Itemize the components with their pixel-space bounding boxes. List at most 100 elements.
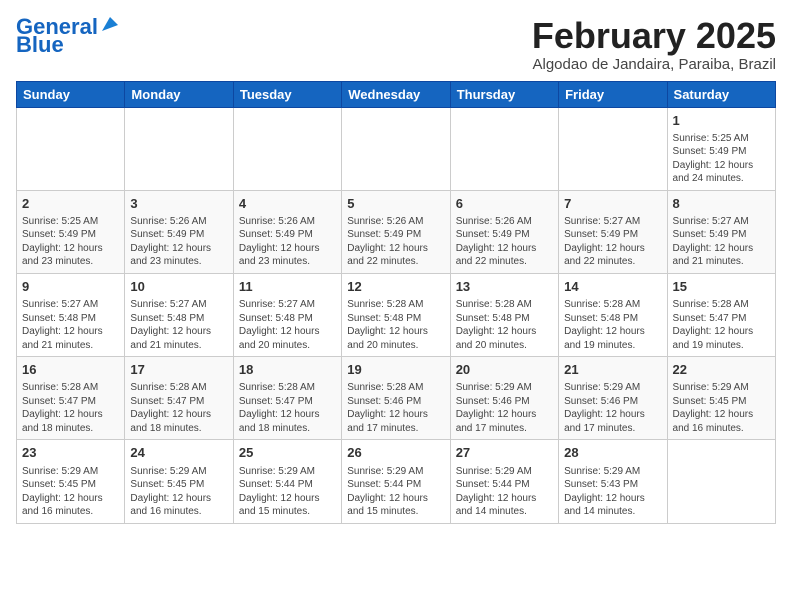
column-header-friday: Friday	[559, 81, 667, 107]
day-number: 21	[564, 361, 661, 379]
day-info: Sunrise: 5:27 AM Sunset: 5:48 PM Dayligh…	[22, 298, 119, 352]
day-info: Sunrise: 5:28 AM Sunset: 5:48 PM Dayligh…	[456, 298, 553, 352]
day-cell: 27 Sunrise: 5:29 AM Sunset: 5:44 PM Dayli…	[450, 440, 558, 523]
day-cell	[667, 440, 775, 523]
day-cell: 26Sunrise: 5:29 AM Sunset: 5:44 PM Dayli…	[342, 440, 450, 523]
day-cell	[559, 107, 667, 190]
day-info: Sunrise: 5:28 AM Sunset: 5:48 PM Dayligh…	[564, 298, 661, 352]
day-number: 2	[22, 195, 119, 213]
day-cell: 8 Sunrise: 5:27 AM Sunset: 5:49 PM Daylig…	[667, 190, 775, 273]
day-cell: 2 Sunrise: 5:25 AM Sunset: 5:49 PM Daylig…	[17, 190, 125, 273]
page-header: General Blue February 2025 Algodao de Ja…	[16, 16, 776, 73]
day-info: Sunrise: 5:26 AM Sunset: 5:49 PM Dayligh…	[347, 215, 444, 269]
day-info: Sunrise: 5:29 AM Sunset: 5:43 PM Dayligh…	[564, 465, 661, 519]
day-cell: 6 Sunrise: 5:26 AM Sunset: 5:49 PM Daylig…	[450, 190, 558, 273]
day-cell: 25 Sunrise: 5:29 AM Sunset: 5:44 PM Dayli…	[233, 440, 341, 523]
day-info: Sunrise: 5:28 AM Sunset: 5:47 PM Dayligh…	[239, 381, 336, 435]
week-row-5: 23Sunrise: 5:29 AM Sunset: 5:45 PM Dayli…	[17, 440, 776, 523]
day-number: 7	[564, 195, 661, 213]
day-info: Sunrise: 5:26 AM Sunset: 5:49 PM Dayligh…	[456, 215, 553, 269]
day-number: 3	[130, 195, 227, 213]
week-row-4: 16 Sunrise: 5:28 AM Sunset: 5:47 PM Dayli…	[17, 357, 776, 440]
day-cell: 5Sunrise: 5:26 AM Sunset: 5:49 PM Daylig…	[342, 190, 450, 273]
day-info: Sunrise: 5:25 AM Sunset: 5:49 PM Dayligh…	[673, 132, 770, 186]
day-number: 1	[673, 112, 770, 130]
day-info: Sunrise: 5:28 AM Sunset: 5:47 PM Dayligh…	[673, 298, 770, 352]
day-info: Sunrise: 5:29 AM Sunset: 5:45 PM Dayligh…	[22, 465, 119, 519]
day-number: 20	[456, 361, 553, 379]
day-cell: 7 Sunrise: 5:27 AM Sunset: 5:49 PM Daylig…	[559, 190, 667, 273]
day-cell: 12 Sunrise: 5:28 AM Sunset: 5:48 PM Dayli…	[342, 273, 450, 356]
day-number: 6	[456, 195, 553, 213]
day-cell	[233, 107, 341, 190]
day-cell: 14 Sunrise: 5:28 AM Sunset: 5:48 PM Dayli…	[559, 273, 667, 356]
day-cell: 4 Sunrise: 5:26 AM Sunset: 5:49 PM Daylig…	[233, 190, 341, 273]
day-info: Sunrise: 5:29 AM Sunset: 5:45 PM Dayligh…	[130, 465, 227, 519]
column-header-wednesday: Wednesday	[342, 81, 450, 107]
day-cell: 19 Sunrise: 5:28 AM Sunset: 5:46 PM Dayli…	[342, 357, 450, 440]
day-cell: 20 Sunrise: 5:29 AM Sunset: 5:46 PM Dayli…	[450, 357, 558, 440]
calendar-header: SundayMondayTuesdayWednesdayThursdayFrid…	[17, 81, 776, 107]
day-cell: 21Sunrise: 5:29 AM Sunset: 5:46 PM Dayli…	[559, 357, 667, 440]
day-number: 14	[564, 278, 661, 296]
column-header-sunday: Sunday	[17, 81, 125, 107]
day-info: Sunrise: 5:29 AM Sunset: 5:44 PM Dayligh…	[456, 465, 553, 519]
day-info: Sunrise: 5:27 AM Sunset: 5:49 PM Dayligh…	[673, 215, 770, 269]
logo-text-blue: Blue	[16, 34, 64, 56]
location-subtitle: Algodao de Jandaira, Paraiba, Brazil	[532, 56, 776, 73]
day-cell: 22Sunrise: 5:29 AM Sunset: 5:45 PM Dayli…	[667, 357, 775, 440]
calendar-body: 1 Sunrise: 5:25 AM Sunset: 5:49 PM Daylig…	[17, 107, 776, 523]
day-number: 10	[130, 278, 227, 296]
day-number: 22	[673, 361, 770, 379]
day-info: Sunrise: 5:27 AM Sunset: 5:49 PM Dayligh…	[564, 215, 661, 269]
day-number: 15	[673, 278, 770, 296]
column-header-saturday: Saturday	[667, 81, 775, 107]
day-number: 16	[22, 361, 119, 379]
day-cell: 23Sunrise: 5:29 AM Sunset: 5:45 PM Dayli…	[17, 440, 125, 523]
day-cell: 15 Sunrise: 5:28 AM Sunset: 5:47 PM Dayli…	[667, 273, 775, 356]
day-cell: 3Sunrise: 5:26 AM Sunset: 5:49 PM Daylig…	[125, 190, 233, 273]
day-number: 9	[22, 278, 119, 296]
day-cell: 18 Sunrise: 5:28 AM Sunset: 5:47 PM Dayli…	[233, 357, 341, 440]
day-number: 11	[239, 278, 336, 296]
calendar-table: SundayMondayTuesdayWednesdayThursdayFrid…	[16, 81, 776, 524]
day-cell: 24Sunrise: 5:29 AM Sunset: 5:45 PM Dayli…	[125, 440, 233, 523]
day-cell	[450, 107, 558, 190]
title-area: February 2025 Algodao de Jandaira, Parai…	[532, 16, 776, 73]
day-info: Sunrise: 5:26 AM Sunset: 5:49 PM Dayligh…	[239, 215, 336, 269]
day-info: Sunrise: 5:29 AM Sunset: 5:44 PM Dayligh…	[239, 465, 336, 519]
day-cell: 10 Sunrise: 5:27 AM Sunset: 5:48 PM Dayli…	[125, 273, 233, 356]
column-header-tuesday: Tuesday	[233, 81, 341, 107]
day-cell	[17, 107, 125, 190]
day-number: 8	[673, 195, 770, 213]
day-number: 4	[239, 195, 336, 213]
day-cell: 28 Sunrise: 5:29 AM Sunset: 5:43 PM Dayli…	[559, 440, 667, 523]
day-info: Sunrise: 5:27 AM Sunset: 5:48 PM Dayligh…	[130, 298, 227, 352]
day-cell	[342, 107, 450, 190]
column-header-monday: Monday	[125, 81, 233, 107]
header-row: SundayMondayTuesdayWednesdayThursdayFrid…	[17, 81, 776, 107]
logo: General Blue	[16, 16, 118, 56]
week-row-3: 9 Sunrise: 5:27 AM Sunset: 5:48 PM Daylig…	[17, 273, 776, 356]
day-number: 18	[239, 361, 336, 379]
day-info: Sunrise: 5:28 AM Sunset: 5:46 PM Dayligh…	[347, 381, 444, 435]
logo-bird-icon	[100, 15, 118, 33]
day-info: Sunrise: 5:28 AM Sunset: 5:47 PM Dayligh…	[22, 381, 119, 435]
day-cell	[125, 107, 233, 190]
day-info: Sunrise: 5:28 AM Sunset: 5:48 PM Dayligh…	[347, 298, 444, 352]
day-number: 25	[239, 444, 336, 462]
day-cell: 9 Sunrise: 5:27 AM Sunset: 5:48 PM Daylig…	[17, 273, 125, 356]
month-title: February 2025	[532, 16, 776, 56]
day-cell: 1 Sunrise: 5:25 AM Sunset: 5:49 PM Daylig…	[667, 107, 775, 190]
day-number: 12	[347, 278, 444, 296]
week-row-2: 2 Sunrise: 5:25 AM Sunset: 5:49 PM Daylig…	[17, 190, 776, 273]
day-info: Sunrise: 5:27 AM Sunset: 5:48 PM Dayligh…	[239, 298, 336, 352]
day-number: 13	[456, 278, 553, 296]
day-info: Sunrise: 5:29 AM Sunset: 5:46 PM Dayligh…	[456, 381, 553, 435]
day-number: 28	[564, 444, 661, 462]
day-info: Sunrise: 5:25 AM Sunset: 5:49 PM Dayligh…	[22, 215, 119, 269]
day-cell: 11 Sunrise: 5:27 AM Sunset: 5:48 PM Dayli…	[233, 273, 341, 356]
day-number: 27	[456, 444, 553, 462]
day-number: 19	[347, 361, 444, 379]
day-info: Sunrise: 5:28 AM Sunset: 5:47 PM Dayligh…	[130, 381, 227, 435]
